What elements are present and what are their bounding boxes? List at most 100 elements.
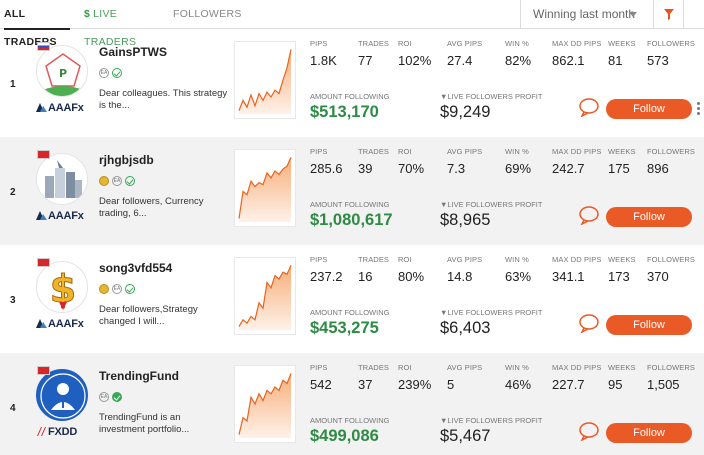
avg-pips-value: 27.4 (447, 53, 473, 68)
pentagon-logo-icon: P (43, 53, 83, 96)
equity-chart[interactable] (234, 257, 296, 335)
flag-icon (37, 42, 50, 51)
roi-value: 70% (398, 161, 425, 176)
trader-row[interactable]: 4 FXDD TrendingFund EA TrendingFund is a… (0, 353, 704, 455)
flag-icon (37, 258, 50, 267)
trader-row[interactable]: 1 P AAAFx GainsPTWS EA Dear colleagues. … (0, 29, 704, 137)
live-profit-label[interactable]: ▼LIVE FOLLOWERS PROFIT (440, 200, 542, 209)
max-dd-value: 227.7 (552, 377, 585, 392)
trades-value: 39 (358, 161, 373, 176)
followers-value: 1,505 (647, 377, 680, 392)
speech-bubble-icon (579, 422, 599, 442)
broker-logo[interactable]: AAAFx (36, 102, 84, 114)
live-profit-label[interactable]: ▼LIVE FOLLOWERS PROFIT (440, 92, 542, 101)
trader-description: Dear followers, Currency trading, 6... (99, 196, 204, 219)
pips-value: 1.8K (310, 53, 337, 68)
live-profit-label[interactable]: ▼LIVE FOLLOWERS PROFIT (440, 308, 542, 317)
win-value: 82% (505, 53, 532, 68)
comment-button[interactable] (578, 205, 600, 226)
follow-button[interactable]: Follow (606, 207, 692, 227)
equity-chart[interactable] (234, 365, 296, 443)
pips-value: 542 (310, 377, 332, 392)
stat-weeks: WEEKS 175 (608, 147, 636, 176)
trader-rank: 3 (10, 295, 16, 306)
trader-avatar[interactable] (36, 369, 88, 421)
live-profit-label[interactable]: ▼LIVE FOLLOWERS PROFIT (440, 416, 542, 425)
max-dd-value: 242.7 (552, 161, 585, 176)
stat-roi: ROI 239% (398, 363, 432, 392)
trader-name[interactable]: rjhgbjsdb (99, 153, 154, 167)
stat-max-dd: MAX DD PIPS 242.7 (552, 147, 602, 176)
tab-live-traders[interactable]: $ Live Traders (84, 0, 162, 48)
live-profit-value: $9,249 (440, 103, 491, 121)
filter-button[interactable] (654, 0, 684, 29)
broker-logo[interactable]: AAAFx (36, 210, 84, 222)
businessman-logo-icon (40, 373, 86, 419)
win-value: 69% (505, 161, 532, 176)
trades-value: 37 (358, 377, 373, 392)
amount-following-label: AMOUNT FOLLOWING (310, 200, 390, 209)
followers-value: 573 (647, 53, 669, 68)
stat-max-dd: MAX DD PIPS 227.7 (552, 363, 602, 392)
ea-icon: EA (112, 284, 122, 294)
stat-win: WIN % 82% (505, 39, 532, 68)
equity-chart[interactable] (234, 41, 296, 119)
stat-trades: TRADES 37 (358, 363, 390, 392)
follow-button[interactable]: Follow (606, 423, 692, 443)
broker-name: FXDD (48, 426, 78, 438)
trader-name[interactable]: song3vfd554 (99, 261, 172, 275)
stat-pips: PIPS 542 (310, 363, 332, 392)
comment-button[interactable] (578, 421, 600, 442)
comment-button[interactable] (578, 313, 600, 334)
follow-button[interactable]: Follow (606, 315, 692, 335)
dollar-icon: $ (84, 8, 91, 20)
equity-sparkline (238, 373, 292, 438)
trader-avatar[interactable]: $ (36, 261, 88, 313)
pips-value: 237.2 (310, 269, 343, 284)
stat-roi: ROI 80% (398, 255, 425, 284)
follow-button[interactable]: Follow (606, 99, 692, 119)
stat-pips: PIPS 1.8K (310, 39, 337, 68)
trader-avatar[interactable]: P (36, 45, 88, 97)
trader-name[interactable]: GainsPTWS (99, 45, 167, 59)
followers-value: 896 (647, 161, 669, 176)
more-options-button[interactable] (695, 101, 701, 117)
tab-followers[interactable]: Followers (173, 0, 241, 29)
broker-logo[interactable]: FXDD (36, 426, 77, 438)
pips-value: 285.6 (310, 161, 343, 176)
trader-badges: EA (99, 68, 125, 80)
trader-description: Dear colleagues. This strategy is the... (99, 88, 228, 111)
equity-chart[interactable] (234, 149, 296, 227)
stat-max-dd: MAX DD PIPS 862.1 (552, 39, 602, 68)
trader-row[interactable]: 2 AAAFx rjhgbjsdb EA Dear followers, Cur… (0, 137, 704, 245)
stat-avg-pips: AVG PIPS 7.3 (447, 147, 483, 176)
stat-pips: PIPS 285.6 (310, 147, 343, 176)
weeks-value: 95 (608, 377, 623, 392)
comment-button[interactable] (578, 97, 600, 118)
verified-check-icon (125, 284, 135, 294)
live-profit-value: $8,965 (440, 211, 491, 229)
equity-sparkline (238, 157, 292, 222)
dot-icon (696, 107, 700, 110)
trader-avatar[interactable] (36, 153, 88, 205)
sort-dropdown[interactable]: Winning last month (520, 0, 654, 29)
equity-area (239, 49, 291, 114)
stat-weeks: WEEKS 173 (608, 255, 636, 284)
trader-row[interactable]: 3 $ AAAFx song3vfd554 EA Dear followers,… (0, 245, 704, 353)
followers-value: 370 (647, 269, 669, 284)
broker-name: AAAFx (48, 210, 84, 222)
amount-following-value: $1,080,617 (310, 211, 393, 229)
win-value: 46% (505, 377, 532, 392)
tab-all-traders[interactable]: All Traders (4, 0, 70, 48)
stat-trades: TRADES 16 (358, 255, 390, 284)
trader-rank: 4 (10, 403, 16, 414)
live-profit-value: $6,403 (440, 319, 491, 337)
trader-description: TrendingFund is an investment portfolio.… (99, 412, 190, 435)
verified-check-icon (112, 68, 122, 78)
broker-logo[interactable]: AAAFx (36, 318, 84, 330)
avg-pips-value: 7.3 (447, 161, 466, 176)
stat-win: WIN % 69% (505, 147, 532, 176)
max-dd-value: 341.1 (552, 269, 585, 284)
trader-name[interactable]: TrendingFund (99, 369, 179, 383)
equity-sparkline (238, 265, 292, 330)
